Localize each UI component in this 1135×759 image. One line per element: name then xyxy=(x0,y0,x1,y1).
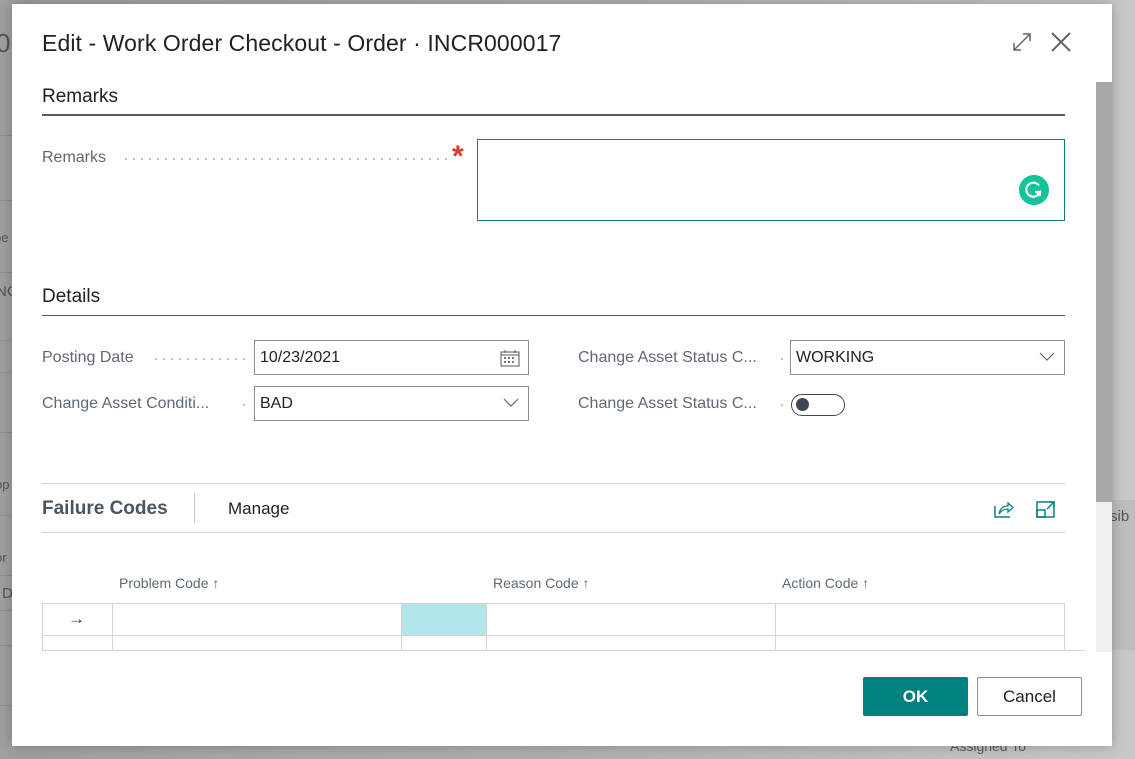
column-header-reason-code[interactable]: Reason Code ↑ xyxy=(493,575,590,591)
bg-fragment: pe xyxy=(0,230,9,245)
bg-divider xyxy=(0,705,12,706)
calendar-icon[interactable] xyxy=(500,349,520,367)
leader-dots xyxy=(778,358,786,360)
grammarly-icon[interactable] xyxy=(1019,175,1049,205)
ok-button[interactable]: OK xyxy=(863,677,968,716)
grid-line xyxy=(42,603,43,651)
scrollbar-thumb[interactable] xyxy=(1096,82,1112,502)
grid-line xyxy=(42,635,1065,636)
asset-condition-value: BAD xyxy=(260,395,293,412)
bg-divider xyxy=(0,610,12,611)
column-label: Problem Code xyxy=(119,575,209,591)
leader-dots xyxy=(240,404,248,406)
row-arrow-icon[interactable]: → xyxy=(68,609,85,629)
asset-status-code-select[interactable]: WORKING xyxy=(790,340,1065,375)
expand-icon[interactable] xyxy=(1010,30,1034,54)
bg-fragment: 0 xyxy=(0,28,11,58)
leader-dots xyxy=(122,158,447,160)
column-label: Reason Code xyxy=(493,575,579,591)
bg-divider xyxy=(0,272,12,273)
chevron-down-icon[interactable] xyxy=(1039,352,1055,362)
section-title-remarks: Remarks xyxy=(42,86,119,107)
failure-codes-grid: → xyxy=(42,603,1085,651)
column-label: Action Code xyxy=(782,575,859,591)
asset-condition-label: Change Asset Conditi... xyxy=(42,395,210,412)
bg-divider xyxy=(0,135,12,136)
divider xyxy=(42,483,1065,484)
bg-divider xyxy=(0,372,12,373)
bg-divider xyxy=(0,515,12,516)
posting-date-value: 10/23/2021 xyxy=(260,349,341,366)
bg-divider xyxy=(0,432,12,433)
leader-dots xyxy=(778,404,786,406)
bg-divider xyxy=(0,645,12,646)
asset-status-toggle[interactable] xyxy=(791,394,845,416)
bg-fragment: op xyxy=(0,477,10,492)
reason-code-cell[interactable] xyxy=(487,604,775,635)
share-icon[interactable] xyxy=(993,498,1015,520)
asset-status-code-label: Change Asset Status C... xyxy=(578,349,757,366)
bg-divider xyxy=(0,575,12,576)
action-code-cell[interactable] xyxy=(776,604,1064,635)
cancel-button[interactable]: Cancel xyxy=(977,677,1082,716)
section-rule xyxy=(42,114,1065,116)
posting-date-label: Posting Date xyxy=(42,349,134,366)
required-indicator: * xyxy=(452,140,464,173)
open-in-new-window-icon[interactable] xyxy=(1035,498,1057,520)
asset-status-toggle-label: Change Asset Status C... xyxy=(578,395,757,412)
manage-menu[interactable]: Manage xyxy=(228,499,289,519)
remarks-label: Remarks xyxy=(42,149,107,166)
posting-date-input[interactable]: 10/23/2021 xyxy=(254,340,529,375)
sort-ascending-icon: ↑ xyxy=(212,575,220,591)
sort-ascending-icon: ↑ xyxy=(582,575,590,591)
edit-dialog: Edit - Work Order Checkout - Order · INC… xyxy=(12,4,1112,746)
column-header-action-code[interactable]: Action Code ↑ xyxy=(782,575,869,591)
grid-line xyxy=(42,650,1085,651)
sort-ascending-icon: ↑ xyxy=(862,575,870,591)
grid-line xyxy=(1064,603,1065,651)
bg-fragment: sib xyxy=(1110,508,1130,525)
asset-condition-select[interactable]: BAD xyxy=(254,386,529,421)
selected-cell[interactable] xyxy=(402,604,486,635)
dialog-title: Edit - Work Order Checkout - Order · INC… xyxy=(42,30,562,56)
remarks-textarea[interactable] xyxy=(477,139,1065,221)
close-icon[interactable] xyxy=(1049,30,1073,54)
chevron-down-icon[interactable] xyxy=(503,398,519,408)
problem-code-cell[interactable] xyxy=(113,604,401,635)
divider xyxy=(42,532,1065,533)
bg-fragment: or xyxy=(0,550,7,565)
failure-codes-title: Failure Codes xyxy=(42,498,168,519)
bg-divider xyxy=(0,340,12,341)
toggle-knob xyxy=(796,398,809,411)
section-rule xyxy=(42,315,1065,316)
bg-divider xyxy=(0,200,12,201)
leader-dots xyxy=(152,358,247,360)
section-title-details: Details xyxy=(42,286,101,307)
separator xyxy=(194,493,195,523)
column-header-problem-code[interactable]: Problem Code ↑ xyxy=(119,575,219,591)
asset-status-code-value: WORKING xyxy=(796,349,875,366)
